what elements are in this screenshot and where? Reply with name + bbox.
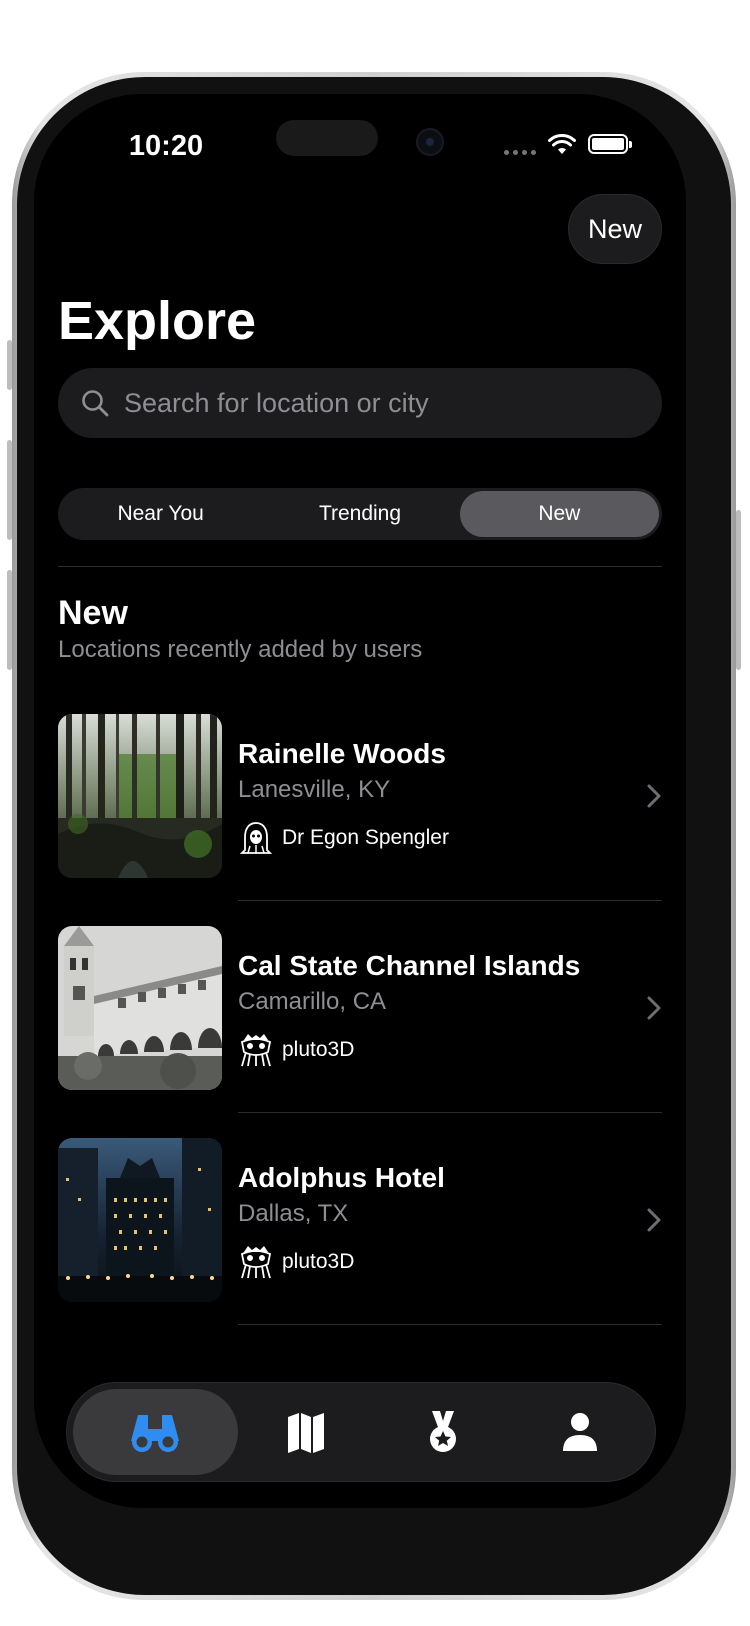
cellular-signal-icon bbox=[504, 150, 536, 155]
page-title: Explore bbox=[58, 291, 257, 351]
chevron-right-icon bbox=[647, 996, 661, 1020]
phone-side-button bbox=[736, 510, 741, 670]
hotel-night-photo bbox=[58, 1138, 222, 1302]
app-screen: 10:20 New Explore Near You Trending New … bbox=[34, 94, 686, 1508]
divider bbox=[58, 566, 662, 567]
location-name: Rainelle Woods bbox=[238, 738, 446, 769]
mission-building-photo bbox=[58, 926, 222, 1090]
phone-side-button bbox=[7, 570, 12, 670]
location-place: Camarillo, CA bbox=[238, 988, 387, 1015]
divider bbox=[238, 1324, 662, 1325]
creature-avatar-icon bbox=[240, 1246, 272, 1279]
tab-achievements[interactable] bbox=[375, 1389, 512, 1475]
tab-bar bbox=[66, 1382, 656, 1482]
status-time: 10:20 bbox=[128, 130, 204, 162]
person-icon bbox=[563, 1413, 598, 1451]
author: Dr Egon Spengler bbox=[238, 820, 449, 856]
location-row[interactable]: Adolphus Hotel Dallas, TX pluto3D bbox=[58, 1138, 662, 1306]
divider bbox=[238, 1112, 662, 1113]
dynamic-island bbox=[276, 120, 378, 156]
chevron-right-icon bbox=[647, 784, 661, 808]
segment-near-you[interactable]: Near You bbox=[61, 491, 260, 537]
search-input[interactable] bbox=[124, 387, 624, 419]
phone-side-button bbox=[7, 340, 12, 390]
tab-explore[interactable] bbox=[73, 1389, 238, 1475]
ghost-avatar-icon bbox=[239, 822, 273, 854]
medal-icon bbox=[430, 1411, 457, 1452]
binoculars-icon bbox=[131, 1415, 180, 1452]
location-name: Cal State Channel Islands bbox=[238, 950, 581, 981]
location-place: Lanesville, KY bbox=[238, 776, 391, 803]
author-name[interactable]: Dr Egon Spengler bbox=[282, 826, 449, 850]
phone-side-button bbox=[7, 440, 12, 540]
tab-profile[interactable] bbox=[512, 1389, 649, 1475]
author-name[interactable]: pluto3D bbox=[282, 1250, 354, 1274]
section-title: New bbox=[58, 594, 128, 632]
location-place: Dallas, TX bbox=[238, 1200, 349, 1227]
author: pluto3D bbox=[238, 1032, 354, 1068]
chevron-right-icon bbox=[647, 1208, 661, 1232]
new-location-button[interactable]: New bbox=[568, 194, 662, 264]
search-icon bbox=[82, 390, 109, 417]
tab-map[interactable] bbox=[238, 1389, 375, 1475]
author: pluto3D bbox=[238, 1244, 354, 1280]
wifi-icon bbox=[548, 134, 576, 154]
location-row[interactable]: Cal State Channel Islands Camarillo, CA … bbox=[58, 926, 662, 1094]
map-icon bbox=[288, 1413, 325, 1453]
forest-photo bbox=[58, 714, 222, 878]
divider bbox=[238, 900, 662, 901]
location-row[interactable]: Rainelle Woods Lanesville, KY Dr Egon Sp… bbox=[58, 714, 662, 882]
section-subtitle: Locations recently added by users bbox=[58, 636, 423, 663]
segment-new[interactable]: New bbox=[459, 491, 659, 537]
segment-trending[interactable]: Trending bbox=[260, 491, 459, 537]
location-name: Adolphus Hotel bbox=[238, 1162, 445, 1193]
search-bar[interactable] bbox=[58, 368, 662, 438]
battery-icon bbox=[588, 134, 632, 154]
author-name[interactable]: pluto3D bbox=[282, 1038, 354, 1062]
creature-avatar-icon bbox=[240, 1034, 272, 1067]
front-camera bbox=[416, 128, 444, 156]
segmented-control: Near You Trending New bbox=[58, 488, 662, 540]
